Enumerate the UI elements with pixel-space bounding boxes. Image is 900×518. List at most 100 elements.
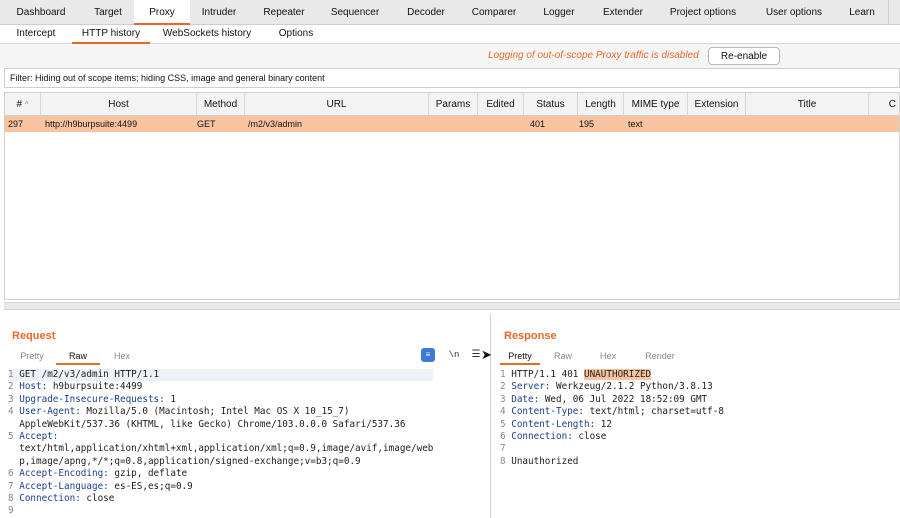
- request-view-tabs: Pretty Raw Hex: [8, 349, 144, 365]
- editor-line: 5 Content-Length: 12: [500, 419, 724, 431]
- column-header-title[interactable]: Title: [746, 93, 869, 116]
- subtab-websockets-history[interactable]: WebSockets history: [150, 25, 264, 44]
- line-number: 8: [8, 492, 14, 504]
- tab-intruder[interactable]: Intruder: [190, 0, 248, 25]
- request-title: Request: [12, 330, 56, 342]
- tab-overflow[interactable]: [888, 0, 900, 25]
- header-value: gzip, deflate: [108, 468, 188, 480]
- tab-logger[interactable]: Logger: [526, 0, 592, 25]
- subtab-options[interactable]: Options: [264, 25, 328, 44]
- column-header-label: #: [16, 99, 22, 110]
- request-tab-hex[interactable]: Hex: [100, 349, 144, 365]
- tab-dashboard[interactable]: Dashboard: [0, 0, 82, 25]
- editor-line: 8 Connection: close: [8, 493, 433, 505]
- editor-line: 6 Connection: close: [500, 431, 724, 443]
- column-header-edited[interactable]: Edited: [478, 93, 524, 116]
- tab-comparer[interactable]: Comparer: [462, 0, 526, 25]
- editor-line: text/html,application/xhtml+xml,applicat…: [8, 443, 433, 455]
- mouse-cursor-icon: ➤: [481, 347, 492, 362]
- newline-toggle-icon[interactable]: \n: [447, 348, 461, 362]
- request-tab-raw[interactable]: Raw: [56, 349, 100, 365]
- tab-user-options[interactable]: User options: [752, 0, 836, 25]
- header-value: p,image/apng,*/*;q=0.8,application/signe…: [19, 455, 361, 467]
- column-header-status[interactable]: Status: [524, 93, 578, 116]
- column-header-method[interactable]: Method: [197, 93, 245, 116]
- tab-extender[interactable]: Extender: [592, 0, 654, 25]
- subtab-http-history[interactable]: HTTP history: [72, 25, 150, 44]
- tab-proxy[interactable]: Proxy: [134, 0, 190, 25]
- editor-line: 9: [8, 505, 433, 517]
- re-enable-button[interactable]: Re-enable: [708, 47, 780, 65]
- column-header-number[interactable]: # ^: [5, 93, 41, 116]
- header-name: Host:: [19, 381, 48, 393]
- tab-project-options[interactable]: Project options: [654, 0, 752, 25]
- wrap-lines-icon[interactable]: ≡: [421, 348, 435, 362]
- cell-method: GET: [197, 119, 216, 129]
- column-header-url[interactable]: URL: [245, 93, 429, 116]
- column-header-extension[interactable]: Extension: [688, 93, 746, 116]
- line-number: 8: [500, 455, 506, 467]
- filter-bar[interactable]: Filter: Hiding out of scope items; hidin…: [4, 68, 900, 88]
- column-header-length[interactable]: Length: [578, 93, 624, 116]
- line-number: 1: [500, 369, 506, 380]
- line-number: 7: [8, 480, 14, 492]
- response-tab-raw[interactable]: Raw: [540, 349, 586, 365]
- header-value: Wed, 06 Jul 2022 18:52:09 GMT: [539, 393, 708, 405]
- response-tab-pretty[interactable]: Pretty: [500, 349, 540, 365]
- editor-line: p,image/apng,*/*;q=0.8,application/signe…: [8, 456, 433, 468]
- header-name: Accept:: [19, 430, 59, 442]
- subtab-intercept[interactable]: Intercept: [0, 25, 72, 44]
- header-name: User-Agent:: [19, 406, 81, 418]
- line-number: 6: [8, 468, 14, 480]
- header-value: text/html; charset=utf-8: [583, 406, 724, 418]
- status-line: HTTP/1.1 401: [511, 369, 584, 380]
- response-tab-render[interactable]: Render: [630, 349, 690, 365]
- header-name: Content-Type:: [511, 406, 584, 418]
- line-number: 2: [8, 381, 14, 393]
- cell-status: 401: [530, 119, 546, 129]
- response-editor[interactable]: 1 HTTP/1.1 401 UNAUTHORIZED 2 Server: We…: [500, 369, 724, 468]
- header-value: es-ES,es;q=0.9: [108, 480, 193, 492]
- tab-learn[interactable]: Learn: [836, 0, 888, 25]
- column-header-params[interactable]: Params: [429, 93, 478, 116]
- header-name: Content-Length:: [511, 418, 596, 430]
- editor-line: 1 HTTP/1.1 401 UNAUTHORIZED: [500, 369, 724, 381]
- header-name: Connection:: [511, 430, 573, 442]
- line-number: 3: [500, 393, 506, 405]
- header-name: Accept-Encoding:: [19, 468, 109, 480]
- sort-ascending-icon: ^: [24, 100, 29, 109]
- cell-mime-type: text: [628, 119, 643, 129]
- cell-url: /m2/v3/admin: [248, 119, 303, 129]
- column-header-comment[interactable]: C: [869, 93, 899, 116]
- editor-line: 4 Content-Type: text/html; charset=utf-8: [500, 406, 724, 418]
- header-name: Upgrade-Insecure-Requests:: [19, 393, 165, 405]
- header-value: Werkzeug/2.1.2 Python/3.8.13: [550, 381, 713, 393]
- cell-extension: [691, 116, 745, 132]
- table-row[interactable]: 297 http://h9burpsuite:4499 GET /m2/v3/a…: [5, 116, 899, 132]
- cell-title: [749, 116, 867, 132]
- tab-decoder[interactable]: Decoder: [390, 0, 462, 25]
- request-editor[interactable]: 1 GET /m2/v3/admin HTTP/1.1 2 Host: h9bu…: [8, 369, 434, 518]
- header-name: Date:: [511, 393, 540, 405]
- editor-line: AppleWebKit/537.36 (KHTML, like Gecko) C…: [8, 419, 433, 431]
- tab-sequencer[interactable]: Sequencer: [320, 0, 390, 25]
- column-header-mime-type[interactable]: MIME type: [624, 93, 688, 116]
- response-pane: Response Pretty Raw Hex Render 1 HTTP/1.…: [496, 314, 900, 518]
- column-header-host[interactable]: Host: [41, 93, 197, 116]
- header-value: 1: [164, 393, 176, 405]
- request-tab-pretty[interactable]: Pretty: [8, 349, 56, 365]
- header-name: Accept-Language:: [19, 480, 109, 492]
- request-pane: Request Pretty Raw Hex ≡ \n ☰ ➤ 1 GET /m…: [4, 314, 492, 518]
- response-view-tabs: Pretty Raw Hex Render: [500, 349, 690, 365]
- pane-splitter[interactable]: [4, 302, 900, 310]
- cell-number: 297: [8, 119, 24, 129]
- request-tools: ≡ \n ☰: [421, 348, 487, 364]
- tab-repeater[interactable]: Repeater: [248, 0, 320, 25]
- tab-target[interactable]: Target: [82, 0, 134, 25]
- cell-params: [432, 116, 476, 132]
- editor-line: 2 Server: Werkzeug/2.1.2 Python/3.8.13: [500, 381, 724, 393]
- header-value: AppleWebKit/537.36 (KHTML, like Gecko) C…: [19, 418, 406, 430]
- response-tab-hex[interactable]: Hex: [586, 349, 630, 365]
- response-body: Unauthorized: [511, 455, 579, 467]
- cell-length: 195: [579, 119, 595, 129]
